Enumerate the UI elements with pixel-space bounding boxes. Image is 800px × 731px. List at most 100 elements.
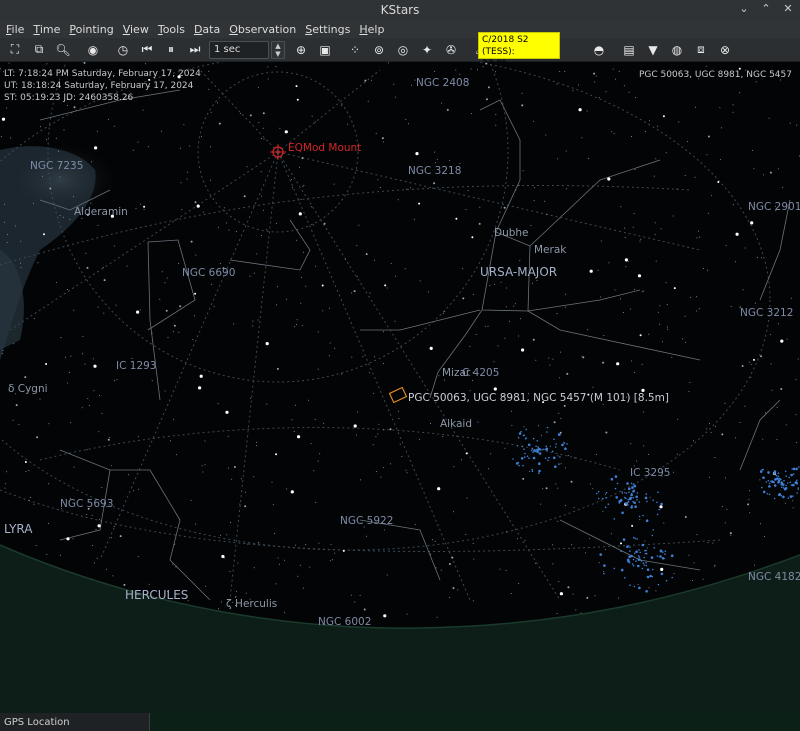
zoom-fit-icon[interactable]: ⛶ xyxy=(3,39,27,61)
star xyxy=(237,562,239,564)
star-icon[interactable]: ✦ xyxy=(415,39,439,61)
star xyxy=(796,442,798,443)
star xyxy=(632,226,634,228)
star xyxy=(277,286,278,288)
star xyxy=(689,382,691,383)
star xyxy=(175,566,177,568)
stars-icon[interactable]: ⁘ xyxy=(343,39,367,61)
star xyxy=(784,502,786,504)
cluster-star xyxy=(605,491,608,494)
cluster-star xyxy=(564,447,567,451)
image-icon[interactable]: ▣ xyxy=(313,39,337,61)
satellite-icon[interactable]: ✇ xyxy=(439,39,463,61)
label-ngc4205: C 4205 xyxy=(462,367,499,379)
save-icon[interactable]: ▤ xyxy=(617,39,641,61)
search-icon[interactable]: 🔍︎ xyxy=(51,39,75,61)
target-icon[interactable]: ⊗ xyxy=(713,39,737,61)
star xyxy=(597,269,599,271)
star xyxy=(378,423,380,425)
star xyxy=(398,418,400,420)
star xyxy=(195,523,197,525)
star xyxy=(113,245,115,247)
cluster-star xyxy=(777,472,780,475)
star xyxy=(329,342,331,344)
skip-forward-icon[interactable]: ⏭ xyxy=(183,39,207,61)
cluster-star xyxy=(639,558,641,560)
star xyxy=(430,553,431,555)
menu-view[interactable]: View xyxy=(119,23,153,36)
cluster-star xyxy=(520,430,522,433)
telescope-crosshair-icon[interactable]: ⊕ xyxy=(289,39,313,61)
cluster-star xyxy=(628,487,631,491)
skip-back-icon[interactable]: ⏮ xyxy=(135,39,159,61)
star xyxy=(123,583,126,586)
status-bar: GPS Location xyxy=(0,713,800,731)
cluster-star xyxy=(531,468,533,471)
cluster-star xyxy=(642,562,645,564)
fov-icon[interactable]: ⧈ xyxy=(689,39,713,61)
star xyxy=(589,538,591,540)
star xyxy=(286,298,287,300)
cluster-star xyxy=(518,464,520,467)
nebula-icon[interactable]: ◎ xyxy=(391,39,415,61)
star xyxy=(522,104,524,106)
star xyxy=(605,548,606,550)
star xyxy=(217,102,218,104)
cluster-star xyxy=(790,484,793,486)
star xyxy=(91,514,93,516)
export-image-icon[interactable]: ⧉ xyxy=(27,39,51,61)
star xyxy=(413,218,415,220)
menu-data[interactable]: Data xyxy=(190,23,224,36)
cluster-star xyxy=(627,501,629,503)
star xyxy=(440,569,442,571)
menu-help[interactable]: Help xyxy=(355,23,388,36)
cluster-star xyxy=(773,484,777,487)
cluster-star xyxy=(624,503,627,505)
star xyxy=(684,315,686,317)
cluster-star xyxy=(518,432,522,435)
cluster-star xyxy=(531,448,534,450)
deep-sky-icon[interactable]: ⊚ xyxy=(367,39,391,61)
star xyxy=(355,434,357,436)
sky-map[interactable]: NGC 2408 EQMod Mount NGC 7235 NGC 3218 N… xyxy=(0,62,800,713)
star xyxy=(518,184,520,186)
star xyxy=(201,135,202,137)
star xyxy=(617,597,619,599)
star xyxy=(702,268,704,269)
star xyxy=(532,338,535,341)
menu-time[interactable]: Time xyxy=(29,23,64,36)
maximize-chevron-icon[interactable]: ⌃ xyxy=(760,2,772,15)
horizon-icon[interactable]: ◓ xyxy=(587,39,611,61)
cluster-star xyxy=(645,590,648,593)
star xyxy=(377,433,379,435)
star xyxy=(624,227,626,229)
menu-tools[interactable]: Tools xyxy=(154,23,189,36)
star xyxy=(735,232,739,236)
cluster-star xyxy=(628,491,630,494)
pause-icon[interactable]: ⏸ xyxy=(159,39,183,61)
time-step-spinner[interactable]: ▲ ▼ xyxy=(271,40,285,59)
cluster-star xyxy=(638,515,641,518)
cluster-star xyxy=(547,459,549,462)
globe-icon[interactable]: ◉ xyxy=(81,39,105,61)
menu-observation[interactable]: Observation xyxy=(225,23,300,36)
star xyxy=(436,158,438,160)
star xyxy=(109,436,111,438)
star xyxy=(217,226,219,228)
minimize-chevron-icon[interactable]: ⌄ xyxy=(738,2,750,15)
star xyxy=(581,137,583,139)
time-step-combo[interactable]: 1 sec xyxy=(209,40,269,59)
close-icon[interactable]: ✕ xyxy=(782,2,794,15)
menu-settings[interactable]: Settings xyxy=(301,23,354,36)
star xyxy=(519,260,521,261)
star xyxy=(13,343,15,345)
clock-icon[interactable]: ◷ xyxy=(111,39,135,61)
menu-file[interactable]: File xyxy=(2,23,28,36)
cluster-star xyxy=(636,499,638,501)
star xyxy=(370,79,372,81)
cluster-star xyxy=(785,475,787,477)
galaxy-icon[interactable]: ◍ xyxy=(665,39,689,61)
flashlight-icon[interactable]: ▼ xyxy=(641,39,665,61)
star xyxy=(353,424,357,428)
menu-pointing[interactable]: Pointing xyxy=(65,23,117,36)
